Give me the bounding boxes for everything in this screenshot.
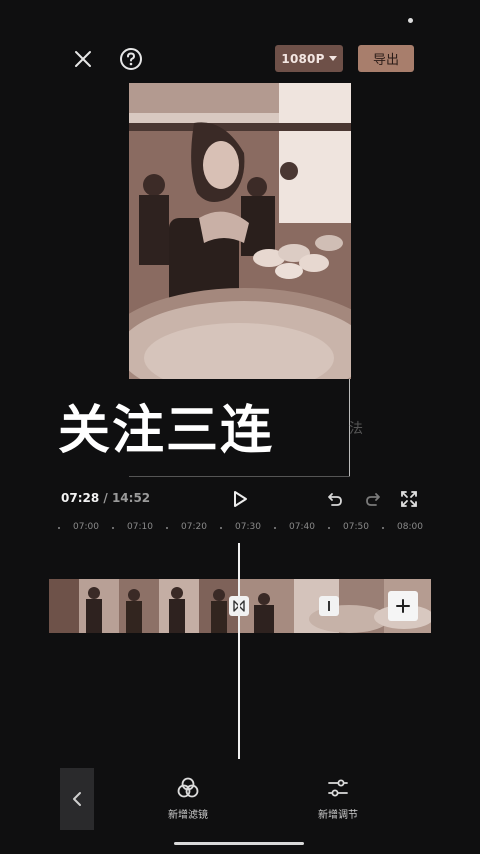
- close-icon: [75, 51, 91, 67]
- time-separator: /: [99, 491, 112, 505]
- current-time: 07:28: [61, 491, 100, 505]
- tick-label: 07:00: [73, 522, 99, 532]
- sliders-icon: [328, 779, 348, 797]
- export-button[interactable]: 导出: [358, 45, 414, 72]
- export-label: 导出: [372, 53, 399, 68]
- filter-icon: [177, 777, 199, 798]
- close-button[interactable]: [68, 44, 98, 74]
- tick-dot: [382, 527, 384, 529]
- tick-dot: [112, 527, 114, 529]
- resolution-label: 1080P: [281, 51, 325, 66]
- tick-dot: [220, 527, 222, 529]
- transition-divider-icon: [328, 601, 330, 611]
- tick-label: 07:10: [127, 522, 153, 532]
- resolution-button[interactable]: 1080P: [275, 45, 343, 72]
- tick-label: 08:00: [397, 522, 423, 532]
- tick-dot: [274, 527, 276, 529]
- chevron-left-icon: [73, 792, 81, 806]
- back-button[interactable]: [60, 768, 94, 830]
- play-button[interactable]: [226, 486, 254, 512]
- add-adjust-label: 新增调节: [318, 810, 358, 821]
- tick-label: 07:40: [289, 522, 315, 532]
- video-frame-image: [129, 83, 351, 379]
- help-icon: [120, 48, 142, 70]
- tick-dot: [328, 527, 330, 529]
- add-filter-label: 新增滤镜: [168, 810, 208, 821]
- status-dot: [408, 18, 413, 23]
- transition-button[interactable]: [319, 596, 339, 616]
- undo-button[interactable]: [322, 486, 348, 512]
- add-adjust-button[interactable]: 新增调节: [308, 776, 368, 821]
- fullscreen-button[interactable]: [396, 486, 422, 512]
- tick-label: 07:20: [181, 522, 207, 532]
- timeline-ruler[interactable]: 07:00 07:10 07:20 07:30 07:40 07:50 08:0…: [0, 522, 480, 538]
- tick-label: 07:50: [343, 522, 369, 532]
- preview-side-glyph: 法: [349, 421, 363, 437]
- plus-icon: [396, 599, 410, 613]
- tick-dot: [58, 527, 60, 529]
- tick-dot: [166, 527, 168, 529]
- video-preview[interactable]: [129, 83, 351, 379]
- redo-button[interactable]: [360, 486, 386, 512]
- add-clip-button[interactable]: [388, 591, 418, 621]
- playhead[interactable]: [238, 543, 240, 759]
- total-time: 14:52: [111, 491, 151, 505]
- undo-icon: [328, 493, 342, 506]
- tick-label: 07:30: [235, 522, 261, 532]
- fullscreen-icon: [401, 491, 417, 507]
- text-overlay-frame-bottom: [129, 476, 350, 477]
- help-button[interactable]: [116, 44, 146, 74]
- home-indicator: [174, 842, 304, 845]
- redo-icon: [366, 493, 380, 506]
- text-overlay[interactable]: 关注三连: [58, 388, 274, 463]
- chevron-down-icon: [328, 56, 337, 61]
- playback-time: 07:28 / 14:52: [61, 491, 150, 505]
- add-filter-button[interactable]: 新增滤镜: [158, 776, 218, 821]
- video-track[interactable]: [49, 579, 431, 633]
- play-icon: [234, 491, 247, 507]
